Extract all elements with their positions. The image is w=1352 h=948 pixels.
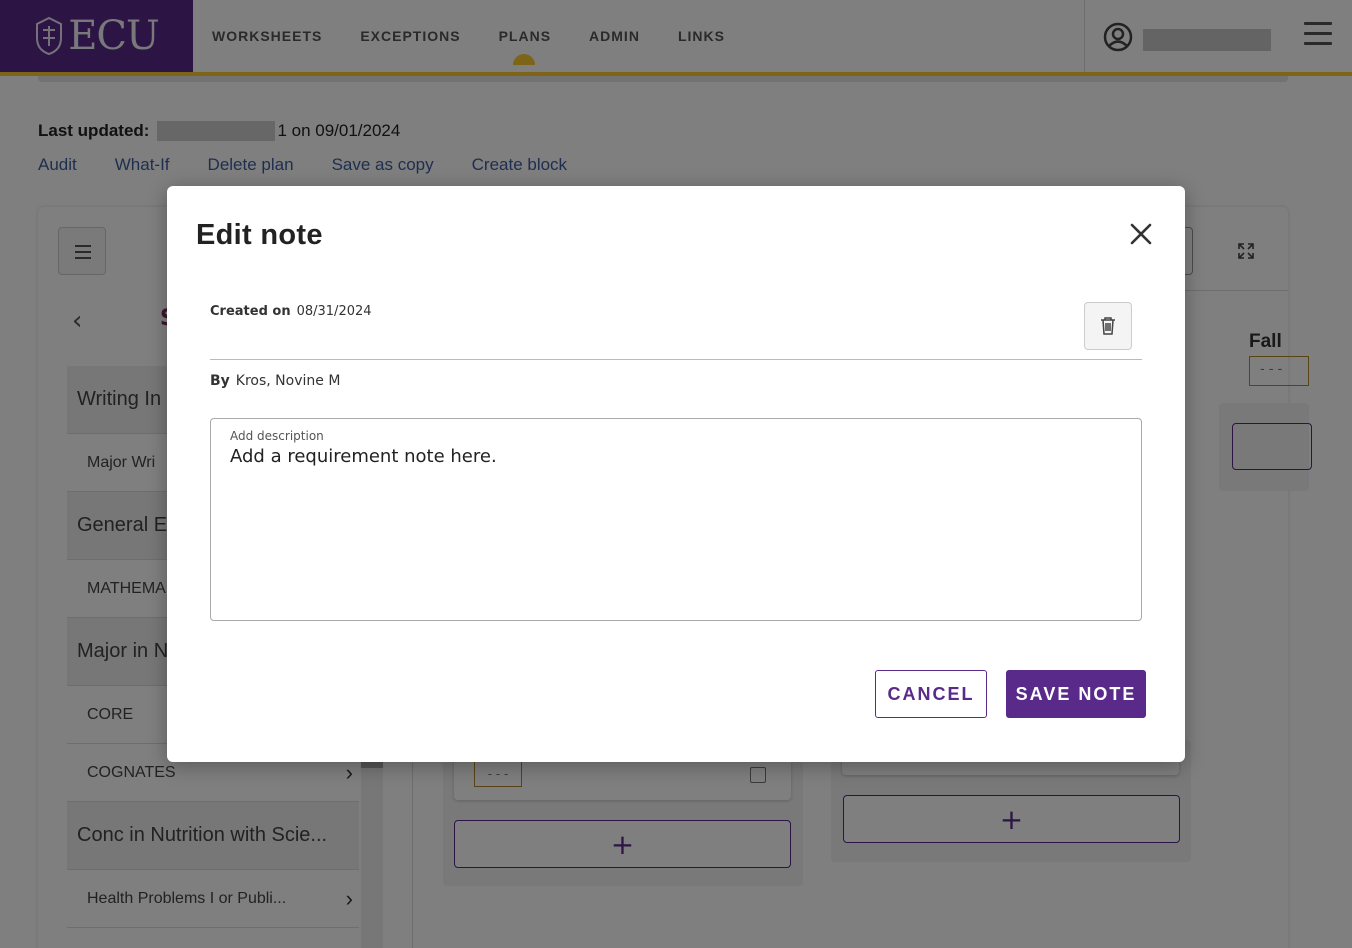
- note-author: By Kros, Novine M: [210, 373, 340, 389]
- edit-note-dialog: Edit note Created on 08/31/2024 By Kros, N…: [167, 186, 1185, 762]
- dialog-divider: [210, 359, 1142, 360]
- created-on: Created on 08/31/2024: [210, 304, 372, 319]
- author-name: Kros, Novine M: [235, 373, 341, 389]
- cancel-button[interactable]: CANCEL: [875, 670, 987, 718]
- trash-icon: [1101, 317, 1115, 335]
- description-label: Add description: [230, 429, 324, 443]
- description-textarea[interactable]: Add description Add a requirement note h…: [210, 418, 1142, 621]
- delete-note-button[interactable]: [1084, 302, 1132, 350]
- close-icon[interactable]: [1127, 220, 1155, 248]
- save-note-button[interactable]: SAVE NOTE: [1006, 670, 1146, 718]
- created-on-date: 08/31/2024: [296, 304, 372, 319]
- dialog-title: Edit note: [196, 219, 323, 251]
- author-label: By: [210, 373, 230, 389]
- description-value[interactable]: Add a requirement note here.: [230, 446, 497, 467]
- created-on-label: Created on: [210, 304, 291, 319]
